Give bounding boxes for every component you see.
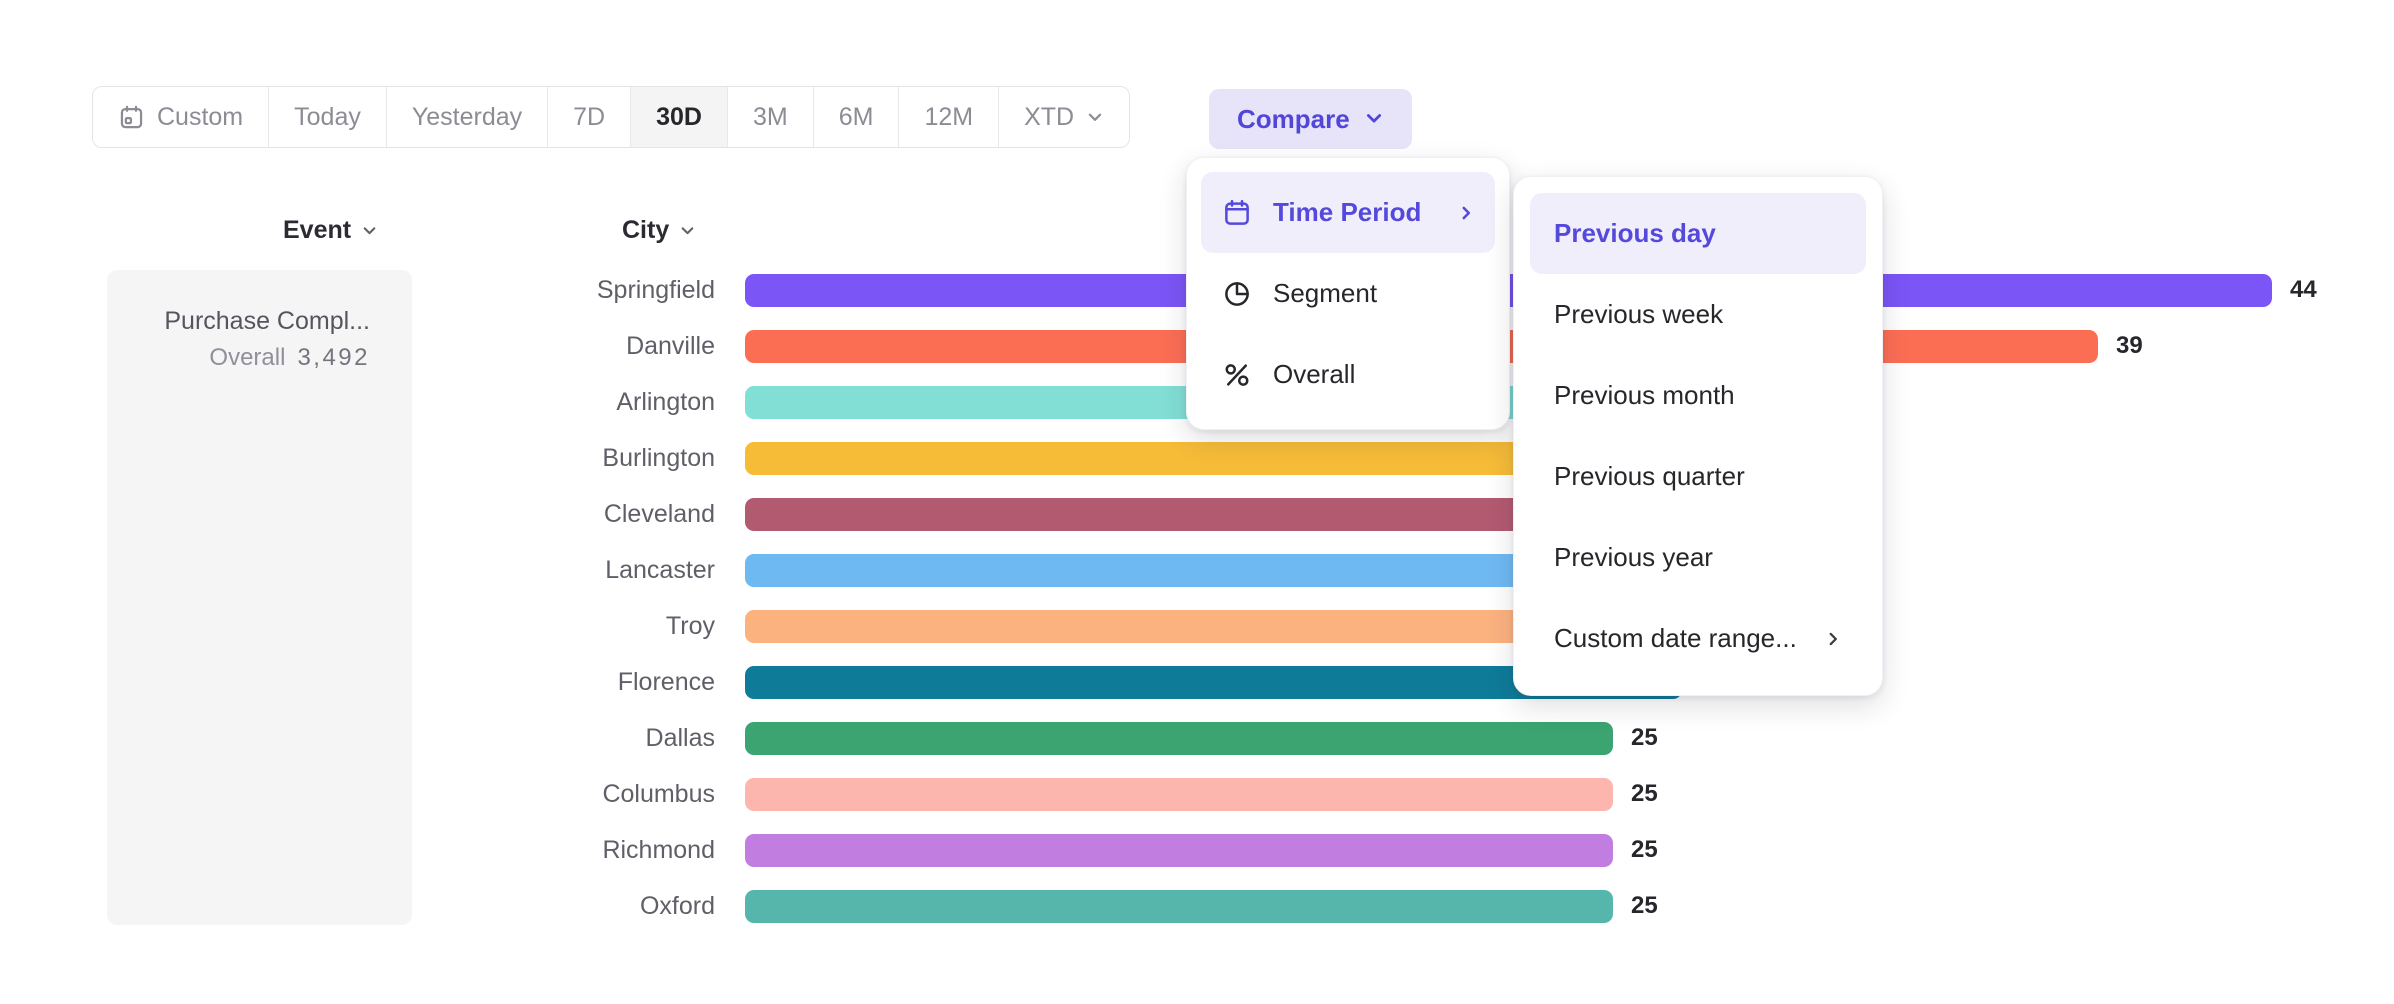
bar-category-label: Burlington — [425, 444, 715, 473]
calendar-icon — [1221, 197, 1253, 229]
event-card[interactable]: Purchase Compl... Overall 3,492 — [107, 270, 412, 925]
range-yesterday-button[interactable]: Yesterday — [387, 87, 548, 147]
chart-row: Burlington — [425, 430, 2394, 486]
submenu-item-previous-day[interactable]: Previous day — [1530, 193, 1866, 274]
menu-item-segment[interactable]: Segment — [1201, 253, 1495, 334]
bar-category-label: Springfield — [425, 276, 715, 305]
range-7d-button[interactable]: 7D — [548, 87, 631, 147]
compare-menu: Time Period Segment Overal — [1186, 157, 1510, 430]
event-column-header[interactable]: Event — [283, 216, 378, 245]
chevron-right-icon — [1824, 630, 1842, 648]
menu-item-overall[interactable]: Overall — [1201, 334, 1495, 415]
event-overall-row: Overall 3,492 — [127, 344, 370, 372]
chevron-down-icon — [361, 222, 378, 239]
range-label: 12M — [924, 103, 973, 132]
range-xtd-button[interactable]: XTD — [999, 87, 1129, 147]
compare-label: Compare — [1237, 104, 1350, 135]
chart-row: Cleveland — [425, 486, 2394, 542]
submenu-item-label: Previous quarter — [1554, 461, 1745, 492]
range-3m-button[interactable]: 3M — [728, 87, 814, 147]
range-label: XTD — [1024, 103, 1074, 132]
event-header-label: Event — [283, 216, 351, 245]
range-label: Yesterday — [412, 103, 522, 132]
bar-category-label: Danville — [425, 332, 715, 361]
bar-value-label: 25 — [1631, 836, 1658, 864]
bar-category-label: Cleveland — [425, 500, 715, 529]
range-30d-button[interactable]: 30D — [631, 87, 728, 147]
percent-icon — [1221, 359, 1253, 391]
bar-category-label: Columbus — [425, 780, 715, 809]
submenu-item-previous-quarter[interactable]: Previous quarter — [1530, 436, 1866, 517]
submenu-item-custom-date-range[interactable]: Custom date range... — [1530, 598, 1866, 679]
chevron-down-icon — [1364, 104, 1384, 135]
overall-value: 3,492 — [297, 344, 370, 371]
menu-item-label: Overall — [1273, 359, 1355, 390]
bar-value-label: 25 — [1631, 892, 1658, 920]
bar[interactable] — [745, 890, 1613, 923]
range-label: 6M — [839, 103, 874, 132]
bar-category-label: Arlington — [425, 388, 715, 417]
range-12m-button[interactable]: 12M — [899, 87, 999, 147]
chevron-down-icon — [1086, 108, 1104, 126]
chart-row: Lancaster — [425, 542, 2394, 598]
chart-row: Troy — [425, 598, 2394, 654]
compare-button[interactable]: Compare — [1209, 89, 1412, 149]
range-today-button[interactable]: Today — [269, 87, 387, 147]
range-label: 3M — [753, 103, 788, 132]
overall-label: Overall — [209, 344, 285, 371]
submenu-item-label: Custom date range... — [1554, 623, 1797, 654]
submenu-item-previous-year[interactable]: Previous year — [1530, 517, 1866, 598]
range-custom-button[interactable]: Custom — [93, 87, 269, 147]
calendar-icon — [118, 104, 145, 131]
bar-value-label: 44 — [2290, 276, 2317, 304]
chevron-right-icon — [1457, 204, 1475, 222]
segment-icon — [1221, 278, 1253, 310]
bar-category-label: Dallas — [425, 724, 715, 753]
chart-row: Florence — [425, 654, 2394, 710]
menu-item-label: Time Period — [1273, 197, 1421, 228]
submenu-item-previous-month[interactable]: Previous month — [1530, 355, 1866, 436]
time-period-submenu: Previous day Previous week Previous mont… — [1513, 176, 1883, 696]
bar-category-label: Troy — [425, 612, 715, 641]
city-column-header[interactable]: City — [622, 216, 696, 245]
menu-item-time-period[interactable]: Time Period — [1201, 172, 1495, 253]
chevron-down-icon — [679, 222, 696, 239]
bar[interactable] — [745, 722, 1613, 755]
event-name: Purchase Compl... — [127, 304, 370, 338]
range-label: 30D — [656, 103, 702, 132]
bar-category-label: Oxford — [425, 892, 715, 921]
submenu-item-previous-week[interactable]: Previous week — [1530, 274, 1866, 355]
submenu-item-label: Previous month — [1554, 380, 1735, 411]
bar-value-label: 25 — [1631, 724, 1658, 752]
submenu-item-label: Previous day — [1554, 218, 1716, 249]
chart-row: Dallas 25 — [425, 710, 2394, 766]
analytics-page: Custom Today Yesterday 7D 30D 3M 6M 12M … — [0, 0, 2394, 1004]
bar-category-label: Florence — [425, 668, 715, 697]
city-header-label: City — [622, 216, 669, 245]
bar[interactable] — [745, 834, 1613, 867]
bar-value-label: 25 — [1631, 780, 1658, 808]
range-label: Custom — [157, 103, 243, 132]
bar-category-label: Richmond — [425, 836, 715, 865]
range-label: 7D — [573, 103, 605, 132]
bar-value-label: 39 — [2116, 332, 2143, 360]
chart-row: Columbus 25 — [425, 766, 2394, 822]
menu-item-label: Segment — [1273, 278, 1377, 309]
submenu-item-label: Previous year — [1554, 542, 1713, 573]
bar-category-label: Lancaster — [425, 556, 715, 585]
range-6m-button[interactable]: 6M — [814, 87, 900, 147]
bar[interactable] — [745, 778, 1613, 811]
chart-row: Oxford 25 — [425, 878, 2394, 934]
submenu-item-label: Previous week — [1554, 299, 1723, 330]
chart-row: Richmond 25 — [425, 822, 2394, 878]
range-label: Today — [294, 103, 361, 132]
date-range-toolbar: Custom Today Yesterday 7D 30D 3M 6M 12M … — [92, 86, 1130, 148]
